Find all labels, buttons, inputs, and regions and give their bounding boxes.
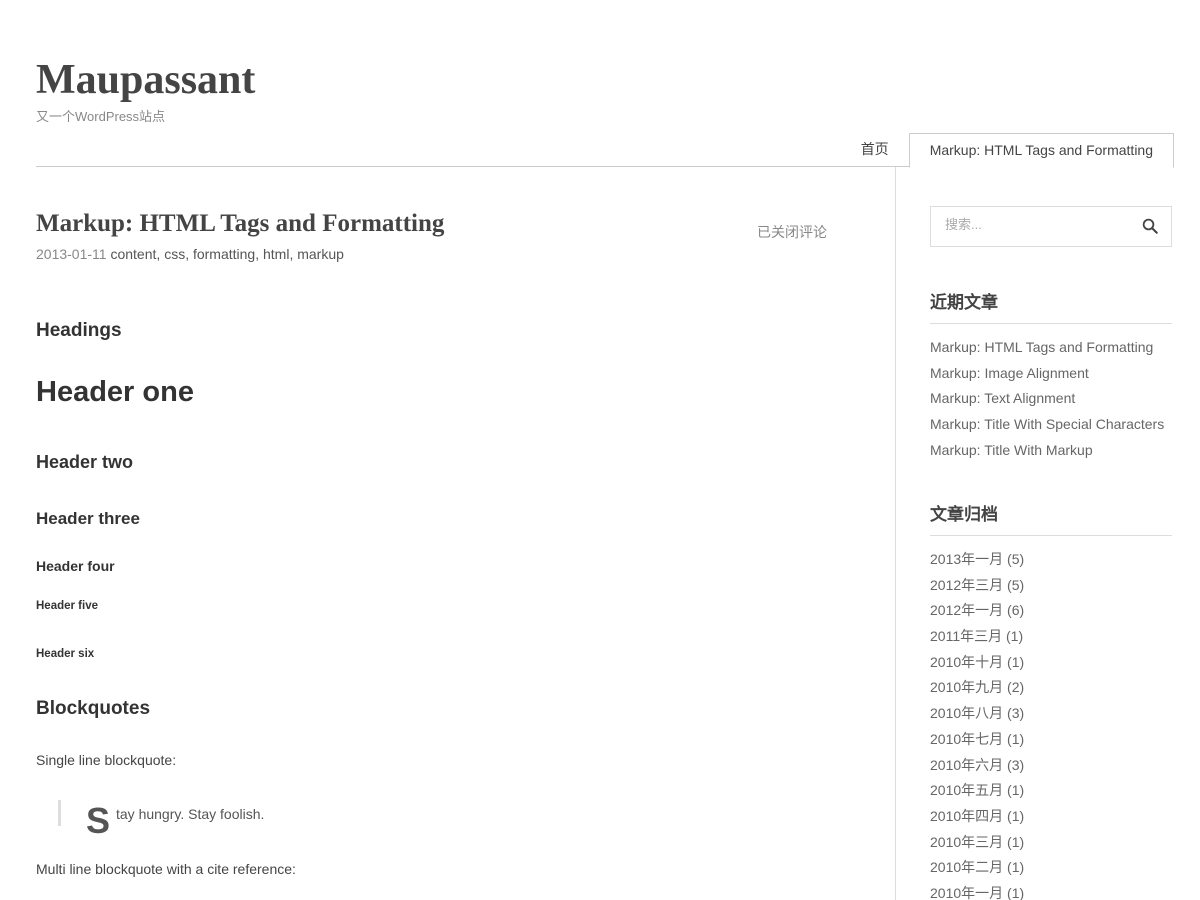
tag-separator: , bbox=[156, 246, 161, 262]
archive-link[interactable]: 2013年一月 (5) bbox=[930, 550, 1024, 576]
heading-h2: Header two bbox=[36, 452, 134, 472]
comments-status: 已关闭评论 bbox=[757, 224, 827, 240]
blockquote: S tay hungry. Stay foolish. bbox=[58, 800, 264, 839]
content-sidebar-divider bbox=[895, 167, 896, 900]
tag-separator: , bbox=[185, 246, 190, 262]
archive-link[interactable]: 2010年七月 (1) bbox=[930, 730, 1024, 756]
single-line-label: Single line blockquote: bbox=[36, 752, 177, 768]
recent-post-link[interactable]: Markup: Title With Markup bbox=[930, 441, 1164, 467]
archive-link[interactable]: 2010年十月 (1) bbox=[930, 653, 1024, 679]
archive-link[interactable]: 2012年一月 (6) bbox=[930, 601, 1024, 627]
recent-post-link[interactable]: Markup: Image Alignment bbox=[930, 364, 1164, 390]
post-meta: 2013-01-11 content, css, formatting, htm… bbox=[36, 246, 344, 262]
archive-link[interactable]: 2010年九月 (2) bbox=[930, 678, 1024, 704]
heading-h5: Header five bbox=[36, 600, 99, 612]
heading-h3: Header three bbox=[36, 509, 140, 528]
archive-link[interactable]: 2010年六月 (3) bbox=[930, 756, 1024, 782]
main-content: Markup: HTML Tags and Formatting 已关闭评论 2… bbox=[36, 166, 896, 900]
post-tag-link[interactable]: content bbox=[110, 246, 156, 262]
site-description: 又一个WordPress站点 bbox=[36, 109, 166, 124]
archive-link[interactable]: 2010年八月 (3) bbox=[930, 704, 1024, 730]
recent-posts-list: Markup: HTML Tags and Formatting Markup: … bbox=[930, 338, 1164, 466]
archive-link[interactable]: 2012年三月 (5) bbox=[930, 576, 1024, 602]
blockquote-dropcap: S bbox=[86, 800, 111, 841]
archive-link[interactable]: 2010年四月 (1) bbox=[930, 807, 1024, 833]
post-title[interactable]: Markup: HTML Tags and Formatting bbox=[36, 208, 444, 240]
post-tags: content, css, formatting, html, markup bbox=[110, 246, 343, 262]
recent-posts-title: 近期文章 bbox=[930, 288, 1172, 324]
archive-link[interactable]: 2010年五月 (1) bbox=[930, 781, 1024, 807]
archive-link[interactable]: 2010年一月 (1) bbox=[930, 884, 1024, 900]
post-tag-link[interactable]: formatting bbox=[193, 246, 255, 262]
site-header: Maupassant 又一个WordPress站点 bbox=[36, 56, 255, 125]
post-tag-link[interactable]: markup bbox=[297, 246, 344, 262]
recent-post-link[interactable]: Markup: Title With Special Characters bbox=[930, 415, 1164, 441]
post-tag-link[interactable]: html bbox=[263, 246, 289, 262]
heading-h1: Header one bbox=[36, 376, 194, 408]
section-heading-headings: Headings bbox=[36, 320, 122, 341]
search-input[interactable] bbox=[945, 217, 1125, 232]
search-icon[interactable] bbox=[1141, 217, 1159, 235]
post-date: 2013-01-11 bbox=[36, 246, 107, 262]
nav-menu: 首页 Markup: HTML Tags and Formatting bbox=[841, 133, 1174, 168]
nav-item-markup-html-tags[interactable]: Markup: HTML Tags and Formatting bbox=[908, 133, 1174, 168]
blockquote-text: tay hungry. Stay foolish. bbox=[116, 806, 265, 822]
multi-line-label: Multi line blockquote with a cite refere… bbox=[36, 861, 296, 877]
nav-item-home[interactable]: 首页 bbox=[841, 133, 909, 166]
page: Maupassant 又一个WordPress站点 首页 Markup: HTM… bbox=[0, 0, 1200, 900]
heading-h6: Header six bbox=[36, 648, 95, 660]
section-heading-blockquotes: Blockquotes bbox=[36, 698, 151, 719]
archives-list: 2013年一月 (5) 2012年三月 (5) 2012年一月 (6) 2011年三月… bbox=[930, 550, 1024, 900]
tag-separator: , bbox=[255, 246, 260, 262]
heading-h4: Header four bbox=[36, 558, 115, 574]
archives-title: 文章归档 bbox=[930, 500, 1172, 536]
archive-link[interactable]: 2010年三月 (1) bbox=[930, 833, 1024, 859]
archive-link[interactable]: 2011年三月 (1) bbox=[930, 627, 1024, 653]
main-navigation: 首页 Markup: HTML Tags and Formatting bbox=[36, 133, 1174, 168]
archive-link[interactable]: 2010年二月 (1) bbox=[930, 858, 1024, 884]
site-title[interactable]: Maupassant bbox=[36, 56, 255, 104]
tag-separator: , bbox=[289, 246, 294, 262]
recent-post-link[interactable]: Markup: Text Alignment bbox=[930, 389, 1164, 415]
recent-post-link[interactable]: Markup: HTML Tags and Formatting bbox=[930, 338, 1164, 364]
search-form bbox=[930, 206, 1172, 247]
post-tag-link[interactable]: css bbox=[164, 246, 185, 262]
